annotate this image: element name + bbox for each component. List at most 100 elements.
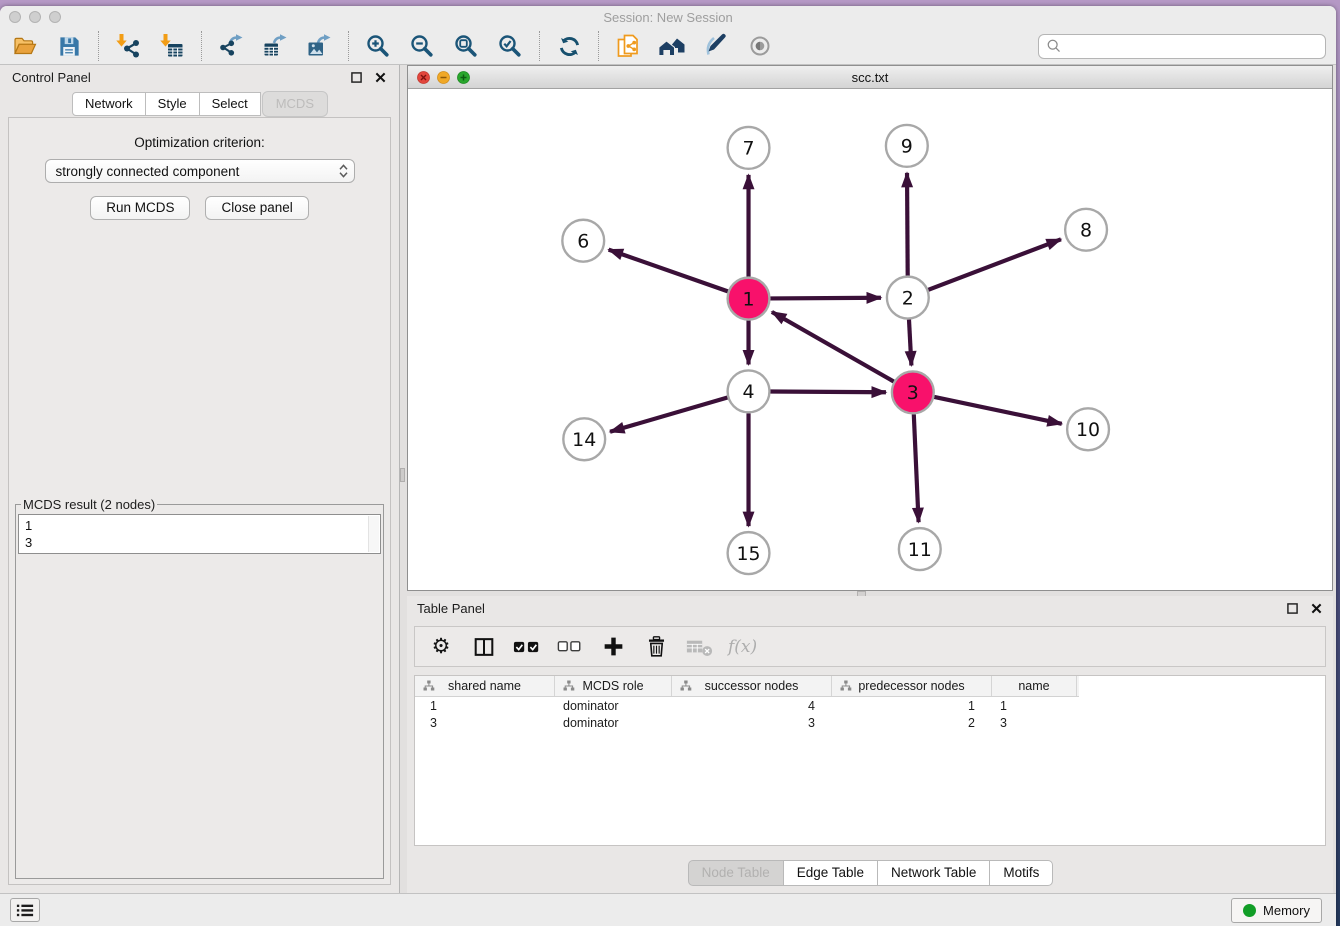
graph-node-7[interactable]: 7 bbox=[728, 127, 770, 169]
close-table-panel-button[interactable] bbox=[1309, 601, 1323, 615]
cell-successor-nodes[interactable]: 4 bbox=[672, 697, 832, 714]
table-header-row: shared name MCDS role successor nodes bbox=[415, 676, 1079, 697]
table-row[interactable]: 3 dominator 3 2 3 bbox=[415, 714, 1325, 731]
cell-successor-nodes[interactable]: 3 bbox=[672, 714, 832, 731]
column-header-predecessor-nodes[interactable]: predecessor nodes bbox=[832, 676, 992, 696]
cell-shared-name[interactable]: 1 bbox=[415, 697, 555, 714]
create-column-button[interactable] bbox=[599, 632, 627, 662]
refresh-button[interactable] bbox=[554, 31, 584, 61]
columns-icon bbox=[472, 635, 496, 659]
delete-columns-button[interactable] bbox=[642, 632, 670, 662]
criterion-select[interactable]: strongly connected component bbox=[45, 159, 355, 183]
graph-node-4[interactable]: 4 bbox=[728, 370, 770, 412]
tab-select[interactable]: Select bbox=[199, 92, 261, 116]
zoom-selected-button[interactable] bbox=[495, 31, 525, 61]
splitter-grip-vertical[interactable] bbox=[400, 468, 405, 482]
tab-node-table[interactable]: Node Table bbox=[688, 860, 784, 886]
window-close-button[interactable] bbox=[9, 11, 21, 23]
import-table-button[interactable] bbox=[157, 31, 187, 61]
tab-network[interactable]: Network bbox=[72, 92, 146, 116]
graph-edge-3-1[interactable] bbox=[772, 312, 894, 382]
column-header-name[interactable]: name bbox=[992, 676, 1077, 696]
network-canvas[interactable]: 1 2 3 4 6 7 8 9 10 11 14 15 bbox=[408, 90, 1332, 590]
cell-name[interactable]: 3 bbox=[992, 714, 1077, 731]
graph-edge-2-3[interactable] bbox=[909, 320, 911, 366]
tab-edge-table[interactable]: Edge Table bbox=[783, 860, 878, 886]
network-window-minimize-button[interactable] bbox=[437, 71, 450, 84]
window-title: Session: New Session bbox=[0, 6, 1336, 30]
svg-text:3: 3 bbox=[907, 382, 919, 404]
tab-network-table[interactable]: Network Table bbox=[877, 860, 990, 886]
float-table-panel-button[interactable] bbox=[1285, 601, 1299, 615]
column-header-mcds-role[interactable]: MCDS role bbox=[555, 676, 672, 696]
graph-node-6[interactable]: 6 bbox=[562, 220, 604, 262]
close-panel-button-mcds[interactable]: Close panel bbox=[205, 196, 308, 220]
run-mcds-button[interactable]: Run MCDS bbox=[90, 196, 190, 220]
graph-node-2[interactable]: 2 bbox=[887, 277, 929, 319]
import-network-button[interactable] bbox=[113, 31, 143, 61]
table-settings-button[interactable]: ⚙ bbox=[427, 632, 455, 662]
cell-mcds-role[interactable]: dominator bbox=[555, 714, 672, 731]
graph-node-14[interactable]: 14 bbox=[563, 418, 605, 460]
column-header-successor-nodes[interactable]: successor nodes bbox=[672, 676, 832, 696]
cell-predecessor-nodes[interactable]: 2 bbox=[832, 714, 992, 731]
control-panel-title: Control Panel bbox=[12, 70, 91, 85]
close-panel-button[interactable] bbox=[373, 71, 387, 85]
graph-node-1[interactable]: 1 bbox=[728, 278, 770, 320]
open-session-button[interactable] bbox=[10, 31, 40, 61]
network-window-close-button[interactable] bbox=[417, 71, 430, 84]
graph-edge-1-2[interactable] bbox=[770, 298, 881, 299]
table-panel: Table Panel ⚙ bbox=[407, 596, 1333, 893]
graph-edge-3-10[interactable] bbox=[934, 397, 1061, 424]
cell-name[interactable]: 1 bbox=[992, 697, 1077, 714]
network-window-zoom-button[interactable] bbox=[457, 71, 470, 84]
graph-edge-2-9[interactable] bbox=[907, 173, 908, 276]
clone-network-button[interactable] bbox=[613, 31, 643, 61]
graph-edge-1-6[interactable] bbox=[609, 250, 728, 292]
task-history-button[interactable] bbox=[10, 898, 40, 922]
graph-node-9[interactable]: 9 bbox=[886, 125, 928, 167]
svg-text:7: 7 bbox=[743, 138, 755, 160]
graph-node-3[interactable]: 3 bbox=[892, 371, 934, 413]
export-network-button[interactable] bbox=[216, 31, 246, 61]
mcds-result-list[interactable]: 1 3 bbox=[18, 514, 381, 554]
memory-button[interactable]: Memory bbox=[1231, 898, 1322, 923]
table-row[interactable]: 1 dominator 4 1 1 bbox=[415, 697, 1325, 714]
search-input[interactable] bbox=[1066, 39, 1318, 54]
svg-text:1: 1 bbox=[743, 288, 755, 310]
tab-motifs[interactable]: Motifs bbox=[989, 860, 1053, 886]
float-panel-button[interactable] bbox=[349, 71, 363, 85]
cell-predecessor-nodes[interactable]: 1 bbox=[832, 697, 992, 714]
zoom-in-button[interactable] bbox=[363, 31, 393, 61]
graph-edge-4-14[interactable] bbox=[610, 398, 727, 432]
graph-edge-4-3[interactable] bbox=[770, 392, 886, 393]
home-button[interactable] bbox=[657, 31, 687, 61]
graph-edge-2-8[interactable] bbox=[928, 239, 1061, 289]
unselect-all-columns-button[interactable] bbox=[556, 632, 584, 662]
save-session-button[interactable] bbox=[54, 31, 84, 61]
window-minimize-button[interactable] bbox=[29, 11, 41, 23]
hide-details-button[interactable] bbox=[745, 31, 775, 61]
export-table-button[interactable] bbox=[260, 31, 290, 61]
graph-edge-3-11[interactable] bbox=[914, 414, 919, 522]
tab-style[interactable]: Style bbox=[145, 92, 200, 116]
zoom-selected-icon bbox=[497, 33, 523, 59]
graph-node-10[interactable]: 10 bbox=[1067, 408, 1109, 450]
graph-node-8[interactable]: 8 bbox=[1065, 209, 1107, 251]
scrollbar-track[interactable] bbox=[368, 516, 379, 552]
graph-node-15[interactable]: 15 bbox=[728, 532, 770, 574]
tab-mcds[interactable]: MCDS bbox=[262, 91, 328, 117]
zoom-fit-button[interactable] bbox=[451, 31, 481, 61]
graph-node-11[interactable]: 11 bbox=[899, 528, 941, 570]
network-canvas-svg[interactable]: 1 2 3 4 6 7 8 9 10 11 14 15 bbox=[408, 90, 1332, 590]
zoom-out-button[interactable] bbox=[407, 31, 437, 61]
visual-styles-button[interactable] bbox=[701, 31, 731, 61]
window-zoom-button[interactable] bbox=[49, 11, 61, 23]
export-image-button[interactable] bbox=[304, 31, 334, 61]
column-header-shared-name[interactable]: shared name bbox=[415, 676, 555, 696]
show-columns-button[interactable] bbox=[470, 632, 498, 662]
select-all-columns-button[interactable] bbox=[513, 632, 541, 662]
float-window-icon bbox=[1287, 603, 1298, 614]
cell-mcds-role[interactable]: dominator bbox=[555, 697, 672, 714]
cell-shared-name[interactable]: 3 bbox=[415, 714, 555, 731]
